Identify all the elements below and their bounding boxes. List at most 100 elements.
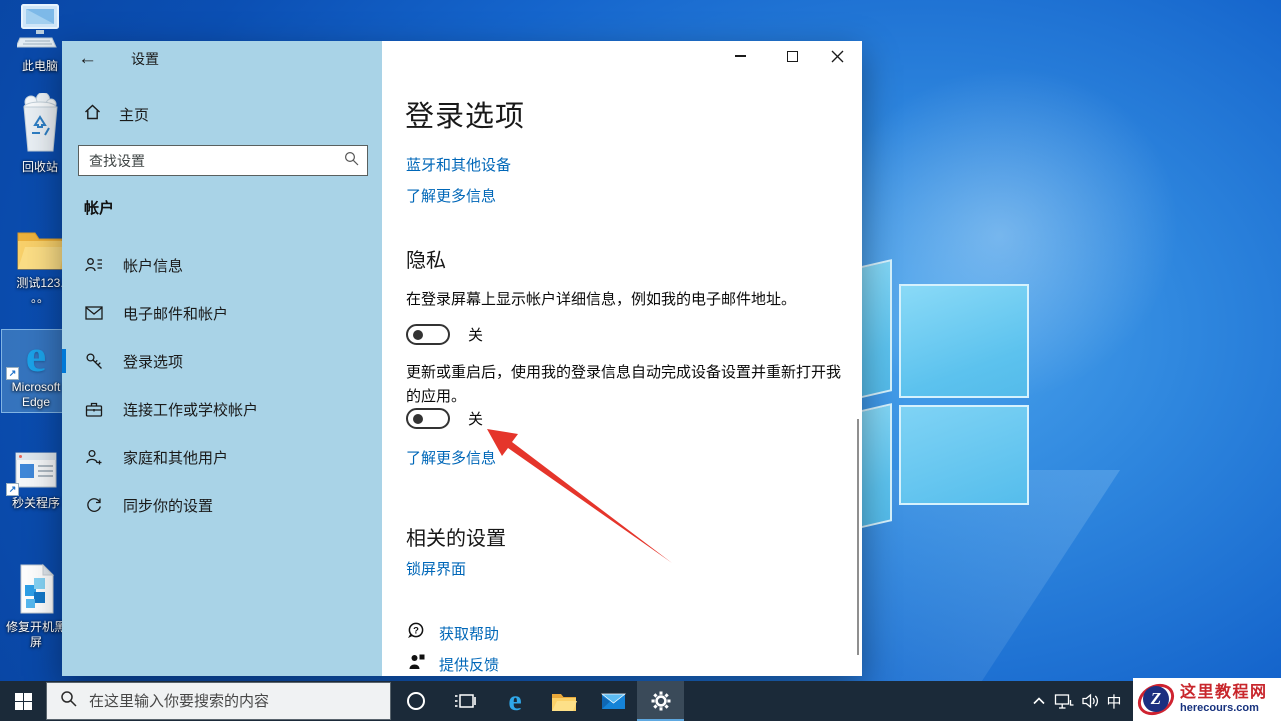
- taskbar-settings-button-active[interactable]: [637, 681, 684, 721]
- sidebar-item-label: 连接工作或学校帐户: [123, 399, 258, 420]
- account-info-icon: [84, 256, 103, 274]
- taskbar-edge-button[interactable]: e: [492, 681, 538, 721]
- taskbar-search-box[interactable]: [46, 682, 391, 720]
- privacy-setting1-text: 在登录屏幕上显示帐户详细信息，例如我的电子邮件地址。: [406, 288, 851, 312]
- tray-show-hidden-icons[interactable]: [1028, 681, 1050, 721]
- sidebar-item-family-other-users[interactable]: 家庭和其他用户: [62, 435, 382, 479]
- bluetooth-devices-link[interactable]: 蓝牙和其他设备: [406, 154, 511, 175]
- minimize-icon: [735, 55, 746, 57]
- desktop-icon-quick-close-program[interactable]: ↗ 秒关程序: [2, 438, 70, 511]
- folder-icon: [15, 227, 65, 276]
- settings-sidebar: ← 设置 主页 帐户 帐户信: [62, 41, 382, 676]
- maximize-icon: [787, 51, 798, 62]
- maximize-button[interactable]: [770, 41, 815, 71]
- task-view-icon: [454, 692, 477, 710]
- toggle-state-label: 关: [468, 408, 483, 429]
- toggle-knob: [413, 330, 423, 340]
- lock-screen-link[interactable]: 锁屏界面: [406, 558, 466, 579]
- desktop-icon-label-line2: Edge: [2, 395, 70, 410]
- desktop-icon-label: 秒关程序: [2, 496, 70, 511]
- minimize-button[interactable]: [718, 41, 763, 71]
- auto-finish-setup-toggle[interactable]: [406, 408, 450, 429]
- settings-content: 登录选项 蓝牙和其他设备 了解更多信息 隐私 在登录屏幕上显示帐户详细信息，例如…: [382, 41, 862, 676]
- recycle-bin-icon: [17, 93, 63, 160]
- key-icon: [84, 352, 103, 370]
- sidebar-nav: 帐户信息 电子邮件和帐户 登录选项: [62, 243, 382, 531]
- scrollbar-thumb[interactable]: [857, 419, 859, 655]
- sidebar-item-sync-settings[interactable]: 同步你的设置: [62, 483, 382, 527]
- windows-logo-pane-top-right: [899, 284, 1029, 398]
- sidebar-home-label: 主页: [119, 104, 149, 125]
- watermark-logo-icon: Z: [1136, 681, 1178, 719]
- get-help-link[interactable]: 获取帮助: [439, 623, 499, 644]
- start-button[interactable]: [0, 681, 46, 721]
- feedback-person-icon: [408, 653, 425, 675]
- privacy-setting2-text: 更新或重启后，使用我的登录信息自动完成设备设置并重新打开我的应用。: [406, 361, 842, 409]
- search-icon: [60, 690, 77, 712]
- desktop-icon-label: Microsoft: [2, 380, 70, 395]
- desktop-icon-microsoft-edge[interactable]: e ↗ Microsoft Edge: [2, 330, 70, 412]
- show-account-details-toggle[interactable]: [406, 324, 450, 345]
- sidebar-item-label: 同步你的设置: [123, 495, 213, 516]
- tray-ime-indicator[interactable]: 中: [1101, 681, 1127, 721]
- sidebar-item-label: 电子邮件和帐户: [123, 303, 228, 324]
- file-explorer-icon: [551, 691, 577, 712]
- feedback-link[interactable]: 提供反馈: [439, 654, 499, 675]
- help-bubble-icon: ?: [406, 622, 425, 645]
- network-icon: [1054, 693, 1074, 710]
- this-pc-icon: [17, 2, 63, 59]
- sidebar-item-home[interactable]: 主页: [84, 97, 149, 131]
- home-icon: [84, 104, 101, 124]
- sidebar-item-label: 帐户信息: [123, 255, 183, 276]
- tray-network[interactable]: [1050, 681, 1077, 721]
- page-title: 登录选项: [405, 93, 525, 135]
- get-help-row[interactable]: ? 获取帮助: [406, 622, 499, 645]
- shortcut-arrow-icon: ↗: [6, 367, 19, 380]
- learn-more-link-top[interactable]: 了解更多信息: [406, 185, 496, 206]
- settings-window: ← 设置 主页 帐户 帐户信: [62, 41, 862, 676]
- cortana-button[interactable]: [398, 681, 434, 721]
- windows-start-icon: [15, 693, 32, 710]
- svg-text:?: ?: [413, 625, 419, 636]
- gear-icon: [650, 690, 672, 712]
- watermark-site-url: herecours.com: [1180, 702, 1268, 715]
- learn-more-link-privacy[interactable]: 了解更多信息: [406, 447, 496, 468]
- settings-search-box[interactable]: [78, 145, 368, 176]
- chevron-up-icon: [1032, 696, 1046, 706]
- toggle-knob: [413, 414, 423, 424]
- desktop-icon-label: 修复开机黑屏: [2, 620, 70, 650]
- task-view-button[interactable]: [442, 681, 488, 721]
- watermark-z-icon: Z: [1143, 686, 1169, 712]
- taskbar-search-input[interactable]: [89, 693, 390, 710]
- sidebar-item-signin-options[interactable]: 登录选项: [62, 339, 382, 383]
- edge-icon: e: [26, 332, 46, 380]
- screen: 此电脑 回收站 测试123. 。。: [0, 0, 1281, 721]
- toggle-state-label: 关: [468, 324, 483, 345]
- email-icon: [84, 306, 103, 320]
- mail-button[interactable]: [590, 681, 636, 721]
- privacy-heading: 隐私: [406, 244, 446, 273]
- sidebar-item-email-accounts[interactable]: 电子邮件和帐户: [62, 291, 382, 335]
- desktop-icon-fix-boot-black-screen[interactable]: 修复开机黑屏: [2, 552, 70, 650]
- registry-file-icon: [14, 563, 58, 620]
- person-add-icon: [84, 448, 103, 466]
- close-button[interactable]: [815, 41, 860, 71]
- window-title: 设置: [131, 49, 159, 69]
- back-button[interactable]: ←: [78, 48, 97, 70]
- settings-search-input[interactable]: [89, 153, 344, 169]
- cortana-icon: [407, 692, 425, 710]
- mail-icon: [601, 692, 626, 711]
- tray-volume[interactable]: [1077, 681, 1103, 721]
- briefcase-icon: [84, 401, 103, 417]
- feedback-row[interactable]: 提供反馈: [408, 653, 499, 675]
- windows-logo-pane-bottom-right: [899, 405, 1029, 505]
- sidebar-item-account-info[interactable]: 帐户信息: [62, 243, 382, 287]
- search-icon: [344, 151, 359, 171]
- sync-icon: [84, 496, 103, 514]
- taskbar: e 中: [0, 681, 1281, 721]
- watermark-site-name: 这里教程网: [1180, 684, 1268, 702]
- shortcut-arrow-icon: ↗: [6, 483, 19, 496]
- sidebar-item-work-school-account[interactable]: 连接工作或学校帐户: [62, 387, 382, 431]
- file-explorer-button[interactable]: [541, 681, 587, 721]
- sidebar-item-label: 登录选项: [123, 351, 183, 372]
